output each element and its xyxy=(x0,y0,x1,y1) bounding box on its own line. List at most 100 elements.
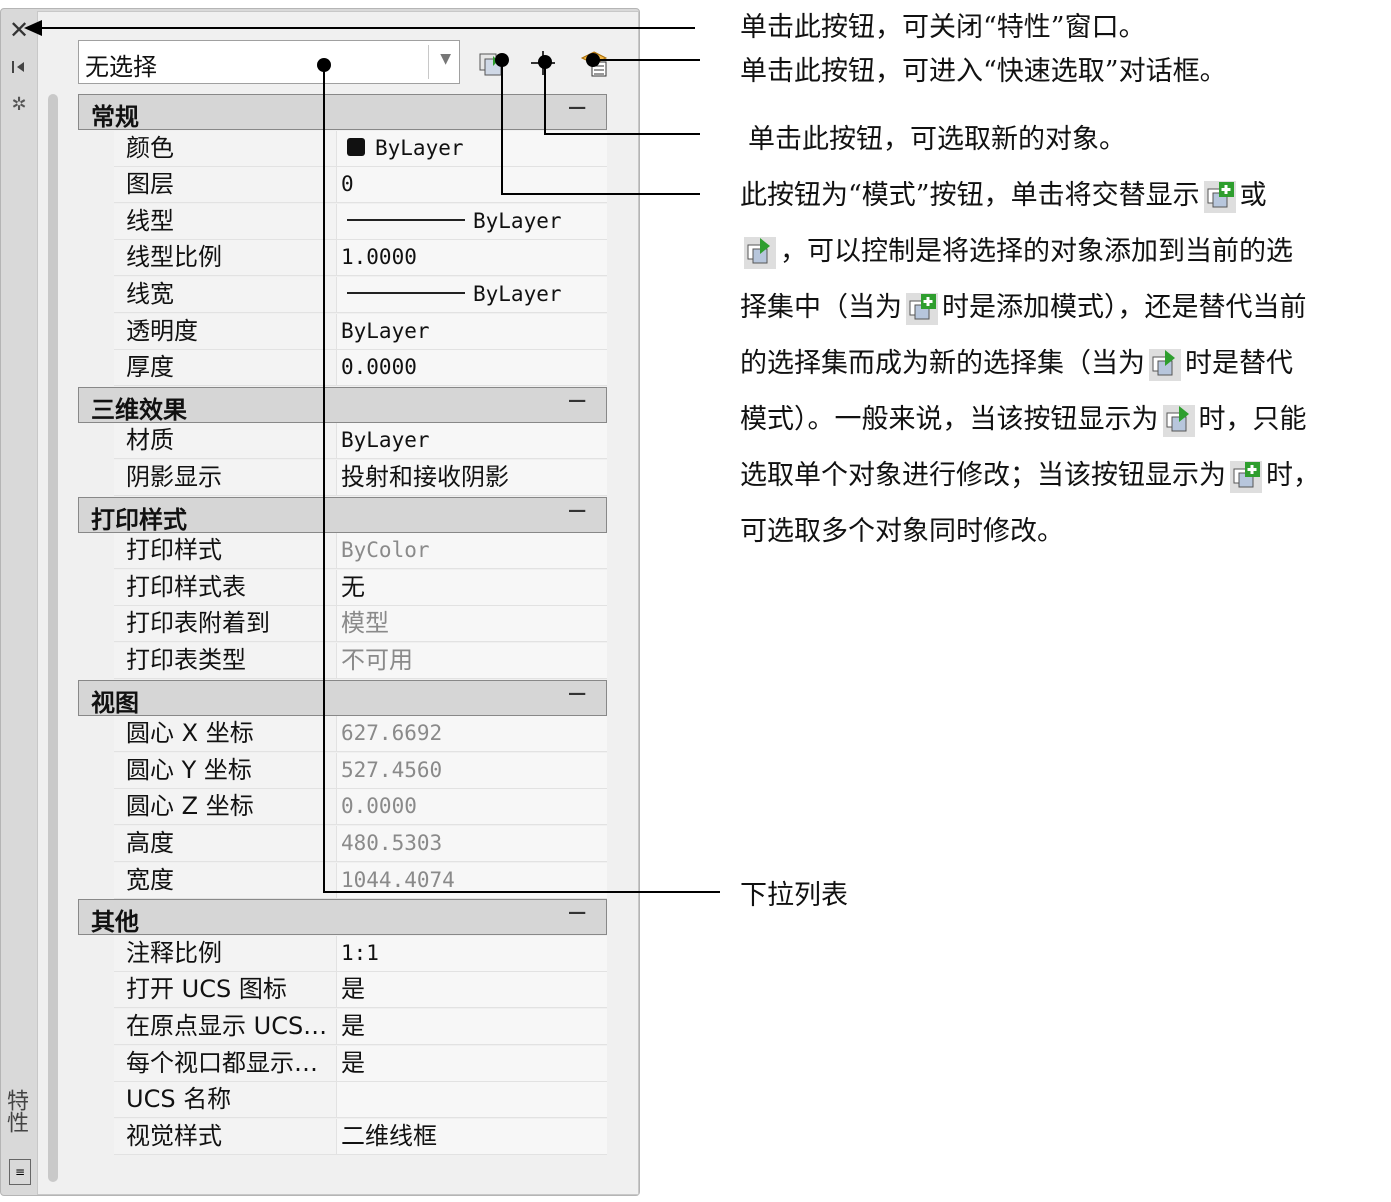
property-row[interactable]: 图层 0 xyxy=(114,167,607,204)
property-value[interactable]: 0.0000 xyxy=(336,789,607,826)
annotation-select-objects: 单击此按钮，可选取新的对象。 xyxy=(748,124,1126,155)
property-value[interactable]: 1044.4074 xyxy=(336,862,607,899)
palette-sidebar: ✕ ✲ 特性 ≡ xyxy=(1,9,37,1195)
section-title: 常规 xyxy=(91,103,139,131)
property-value-text: 不可用 xyxy=(341,646,413,674)
property-value[interactable]: ByColor xyxy=(336,533,607,570)
scrollbar[interactable] xyxy=(48,94,58,1182)
property-row[interactable]: 圆心 Z 坐标 0.0000 xyxy=(114,789,607,826)
property-row[interactable]: 在原点显示 UCS… 是 xyxy=(114,1009,607,1045)
property-row[interactable]: UCS 名称 xyxy=(114,1082,607,1119)
object-type-dropdown[interactable]: 无选择 ▼ xyxy=(78,40,460,84)
palette-menu-icon[interactable]: ≡ xyxy=(9,1159,31,1185)
property-row[interactable]: 线宽 ByLayer xyxy=(114,277,607,313)
property-value[interactable]: 是 xyxy=(336,972,607,1009)
section-header[interactable]: 视图 − xyxy=(78,679,607,717)
property-value[interactable]: 是 xyxy=(336,1045,607,1082)
annotation-mode-text: 时是添加模式），还是替代当前 xyxy=(942,292,1307,323)
property-name: 打印表附着到 xyxy=(114,606,336,643)
property-row[interactable]: 厚度 0.0000 xyxy=(114,350,607,387)
property-row[interactable]: 打开 UCS 图标是 xyxy=(114,972,607,1009)
property-value[interactable]: 是 xyxy=(336,1009,607,1045)
collapse-icon[interactable]: − xyxy=(566,496,588,526)
property-value-text: 是 xyxy=(341,975,365,1004)
property-value[interactable]: 投射和接收阴影 xyxy=(336,460,607,496)
property-value[interactable]: 无 xyxy=(336,569,607,606)
collapse-icon[interactable]: − xyxy=(566,679,588,709)
select-objects-button[interactable] xyxy=(528,48,558,78)
property-row[interactable]: 打印表附着到 模型 xyxy=(114,606,607,643)
property-value[interactable]: ByLayer xyxy=(336,203,607,240)
property-row[interactable]: 材质 ByLayer xyxy=(114,423,607,460)
property-value[interactable]: 0 xyxy=(336,167,607,204)
property-row[interactable]: 圆心 Y 坐标 527.4560 xyxy=(114,752,607,789)
property-value-text: 模型 xyxy=(341,609,389,638)
auto-hide-icon[interactable] xyxy=(9,57,29,77)
property-value[interactable]: 不可用 xyxy=(336,643,607,679)
close-icon[interactable]: ✕ xyxy=(7,17,31,43)
property-row[interactable]: 宽度 1044.4074 xyxy=(114,862,607,899)
property-value-text: 1.0000 xyxy=(341,245,417,270)
property-value[interactable]: 527.4560 xyxy=(336,752,607,789)
property-name: 视觉样式 xyxy=(114,1118,336,1155)
property-row[interactable]: 打印表类型 不可用 xyxy=(114,643,607,679)
linetype-preview xyxy=(347,218,465,221)
pickadd-mode-icon xyxy=(479,53,502,76)
property-value[interactable]: 1.0000 xyxy=(336,240,607,277)
quick-select-icon xyxy=(580,51,608,77)
property-row[interactable]: 线型 ByLayer xyxy=(114,203,607,240)
quick-select-button[interactable] xyxy=(578,48,608,78)
property-value[interactable]: 二维线框 xyxy=(336,1118,607,1155)
collapse-icon[interactable]: − xyxy=(566,386,588,416)
section-header[interactable]: 三维效果 − xyxy=(78,386,607,424)
annotation-mode: 此按钮为“模式”按钮，单击将交替显示或 ，可以控制是将选择的对象添加到当前的选 … xyxy=(740,168,1390,560)
collapse-icon[interactable]: − xyxy=(566,93,588,123)
dropdown-value: 无选择 xyxy=(85,53,157,81)
property-value[interactable]: 480.5303 xyxy=(336,826,607,862)
property-value[interactable]: ByLayer xyxy=(336,130,607,167)
add-mode-icon xyxy=(1203,180,1236,213)
property-value[interactable]: ByLayer xyxy=(336,423,607,460)
property-value[interactable]: 627.6692 xyxy=(336,716,607,753)
property-value[interactable]: 1:1 xyxy=(336,935,607,972)
replace-mode-icon xyxy=(1149,348,1181,381)
property-name: 厚度 xyxy=(114,350,336,387)
property-row[interactable]: 线型比例 1.0000 xyxy=(114,240,607,277)
property-value[interactable] xyxy=(336,1082,607,1119)
property-row[interactable]: 颜色 ByLayer xyxy=(114,130,607,167)
section-title: 其他 xyxy=(91,908,139,937)
section-header[interactable]: 常规 − xyxy=(78,93,607,131)
palette-title: 特性 xyxy=(3,1089,28,1133)
property-row[interactable]: 打印样式 ByColor xyxy=(114,533,607,570)
gear-icon[interactable]: ✲ xyxy=(9,95,29,115)
property-row[interactable]: 每个视口都显示… 是 xyxy=(114,1045,607,1082)
annotation-mode-text: 或 xyxy=(1239,180,1267,211)
property-value-text: 0.0000 xyxy=(341,355,417,380)
add-mode-icon xyxy=(1230,460,1262,493)
dropdown-divider xyxy=(428,45,429,79)
property-name: 阴影显示 xyxy=(114,460,336,496)
property-row[interactable]: 透明度 ByLayer xyxy=(114,313,607,350)
property-name: 线型 xyxy=(114,203,336,240)
property-name: 在原点显示 UCS… xyxy=(114,1009,336,1045)
property-value[interactable]: 模型 xyxy=(336,606,607,643)
property-row[interactable]: 打印样式表无 xyxy=(114,569,607,606)
property-row[interactable]: 阴影显示 投射和接收阴影 xyxy=(114,460,607,496)
property-row[interactable]: 高度 480.5303 xyxy=(114,826,607,862)
property-value[interactable]: ByLayer xyxy=(336,277,607,313)
property-value[interactable]: ByLayer xyxy=(336,313,607,350)
property-value-text: ByColor xyxy=(341,538,430,563)
section-header[interactable]: 其他 − xyxy=(78,898,607,937)
section-header[interactable]: 打印样式 − xyxy=(78,496,607,534)
property-row[interactable]: 视觉样式 二维线框 xyxy=(114,1118,607,1155)
property-value[interactable]: 0.0000 xyxy=(336,350,607,387)
pickadd-mode-button[interactable] xyxy=(476,48,506,78)
annotation-mode-text: ，可以控制是将选择的对象添加到当前的选 xyxy=(780,236,1293,267)
annotation-quick-select: 单击此按钮，可进入“快速选取”对话框。 xyxy=(740,56,1227,87)
property-row[interactable]: 注释比例 1:1 xyxy=(114,935,607,972)
chevron-down-icon[interactable]: ▼ xyxy=(440,51,451,67)
property-row[interactable]: 圆心 X 坐标 627.6692 xyxy=(114,716,607,753)
property-name: 打开 UCS 图标 xyxy=(114,972,336,1009)
annotation-mode-text: 时是替代 xyxy=(1185,348,1293,379)
collapse-icon[interactable]: − xyxy=(566,898,588,928)
